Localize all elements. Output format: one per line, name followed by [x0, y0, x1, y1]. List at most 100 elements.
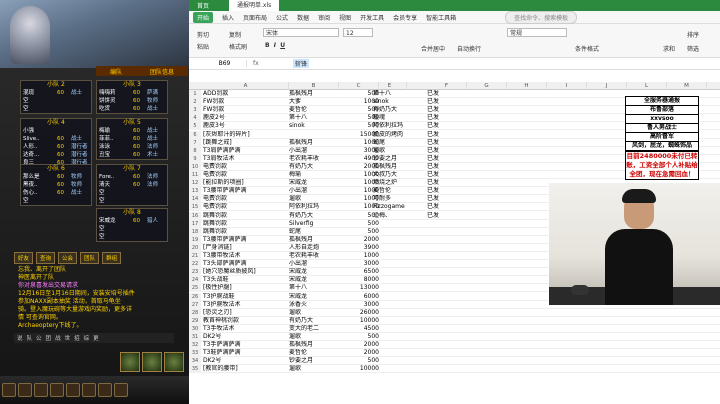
row-number[interactable]: 10 — [189, 162, 201, 171]
table-cell[interactable] — [373, 244, 433, 252]
table-cell[interactable] — [427, 244, 467, 252]
table-cell[interactable] — [373, 252, 433, 260]
table-cell[interactable] — [427, 228, 467, 236]
table-cell[interactable] — [373, 341, 433, 349]
table-cell[interactable]: [尸身消链] — [203, 244, 288, 252]
row-number[interactable]: 23 — [189, 268, 201, 277]
table-cell[interactable]: 有奶乃大 — [289, 212, 339, 220]
table-cell[interactable]: 钞要之月 — [289, 357, 339, 365]
table-row[interactable]: 31 DK2号 遛歌 500 — [189, 333, 720, 342]
table-cell[interactable]: 电费罚款 — [203, 203, 288, 211]
table-cell[interactable]: T3腰带牧法术 — [203, 252, 288, 260]
table-cell[interactable] — [427, 284, 467, 292]
menu-developer[interactable]: 开发工具 — [360, 13, 384, 22]
table-cell[interactable]: DK2号 — [203, 357, 288, 365]
table-cell[interactable]: 尐梅、 — [373, 212, 433, 220]
table-cell[interactable] — [373, 284, 433, 292]
group-member[interactable]: 空 — [21, 105, 91, 113]
table-cell[interactable] — [427, 293, 467, 301]
channel-recruit[interactable]: 招 — [74, 334, 80, 342]
row-number[interactable]: 14 — [189, 195, 201, 204]
group-member[interactable]: 人形.. 60 潜行者 — [21, 143, 91, 151]
group-member[interactable]: 混现 60 战士 — [21, 89, 91, 97]
row-number[interactable]: 11 — [189, 171, 201, 179]
table-cell[interactable] — [427, 325, 467, 333]
table-cell[interactable] — [373, 357, 433, 365]
channel-say[interactable]: 说 — [17, 334, 23, 342]
table-cell[interactable]: T3头战鞋 — [203, 276, 288, 284]
table-cell[interactable]: 已发 — [427, 106, 467, 114]
row-number[interactable]: 24 — [189, 276, 201, 285]
col-header[interactable]: B — [289, 82, 339, 90]
row-number[interactable]: 3 — [189, 106, 201, 115]
group-member[interactable]: 丑宝 60 术士 — [97, 151, 167, 159]
col-header[interactable]: H — [507, 82, 547, 90]
tab-guild[interactable]: 公会 — [58, 252, 78, 264]
group-member[interactable]: 空 — [21, 97, 91, 105]
table-cell[interactable]: 孤枫残月 — [289, 341, 339, 349]
group-member[interactable]: 清天 60 法师 — [97, 181, 167, 189]
table-cell[interactable]: 已发 — [427, 203, 467, 211]
col-header[interactable]: F — [427, 82, 467, 90]
channel-more[interactable]: 更 — [93, 334, 99, 342]
row-number[interactable]: 32 — [189, 341, 201, 350]
table-cell[interactable]: T3护腕牧法术 — [203, 301, 288, 309]
col-header[interactable]: G — [467, 82, 507, 90]
col-header[interactable]: A — [203, 82, 289, 90]
table-cell[interactable] — [373, 309, 433, 317]
table-cell[interactable]: 已发 — [427, 212, 467, 220]
menu-page-layout[interactable]: 页面布局 — [243, 13, 267, 22]
table-cell[interactable]: [极性护腿] — [203, 284, 288, 292]
table-cell[interactable] — [427, 341, 467, 349]
table-cell[interactable]: 燃烧之炉 — [373, 179, 433, 187]
row-number[interactable]: 27 — [189, 300, 201, 309]
table-cell[interactable]: 可耐多 — [373, 195, 433, 203]
group-member[interactable]: 嗨嗨莉 60 萨满 — [97, 89, 167, 97]
group-member[interactable]: 空 — [97, 189, 167, 197]
row-number[interactable]: 34 — [189, 357, 201, 366]
table-cell[interactable]: 泳香火 — [289, 301, 339, 309]
table-cell[interactable]: 已发 — [427, 90, 467, 98]
table-cell[interactable]: 电费罚款 — [203, 163, 288, 171]
table-cell[interactable]: sinok — [289, 122, 339, 130]
party-tab-formation[interactable]: 编队 — [110, 67, 122, 76]
table-cell[interactable]: 已发 — [427, 195, 467, 203]
group-member[interactable]: 梅瑜 60 战士 — [97, 127, 167, 135]
table-cell[interactable]: 有奶乃大 — [373, 106, 433, 114]
table-cell[interactable]: 跳舞罚款 — [203, 228, 288, 236]
channel-guild[interactable]: 公 — [36, 334, 42, 342]
table-cell[interactable]: [跳舞之戒] — [203, 139, 288, 147]
table-cell[interactable]: 第十八 — [289, 284, 339, 292]
menu-icon[interactable] — [50, 383, 64, 397]
table-cell[interactable]: 麦哲伦 — [373, 187, 433, 195]
col-header[interactable]: M — [667, 82, 707, 90]
table-cell[interactable]: 电费罚款 — [203, 195, 288, 203]
table-cell[interactable]: 已发 — [427, 163, 467, 171]
table-cell[interactable] — [427, 309, 467, 317]
menu-smart-tools[interactable]: 智能工具箱 — [426, 13, 456, 22]
menu-icon[interactable] — [82, 383, 96, 397]
table-cell[interactable]: 第十八 — [289, 114, 339, 122]
table-row[interactable]: 33 T3鞋萨满萨满 麦哲伦 2000 — [189, 349, 720, 358]
row-number[interactable]: 6 — [189, 130, 201, 139]
formula-input[interactable]: 斩锋 — [293, 59, 310, 68]
row-number[interactable]: 19 — [189, 235, 201, 244]
table-cell[interactable]: [恐灵之刃] — [203, 309, 288, 317]
table-cell[interactable]: T3肩萨满萨满 — [203, 147, 288, 155]
group-member[interactable]: 达奇... 60 潜行者 — [21, 151, 91, 159]
menu-start[interactable]: 开始 — [193, 11, 214, 23]
table-cell[interactable]: 大爹 — [289, 98, 339, 106]
group-member[interactable]: 吃货 60 战士 — [97, 105, 167, 113]
table-cell[interactable] — [427, 260, 467, 268]
table-cell[interactable] — [427, 317, 467, 325]
table-cell[interactable]: 孤枫残月 — [289, 90, 339, 98]
search-command-input[interactable]: 查找命令、搜索模板 — [505, 10, 578, 24]
table-cell[interactable]: 遛歌 — [289, 309, 339, 317]
table-cell[interactable] — [427, 357, 467, 365]
table-cell[interactable]: 已发 — [427, 131, 467, 139]
row-number[interactable]: 5 — [189, 122, 201, 131]
bold-icon[interactable]: B I U — [265, 42, 285, 49]
table-cell[interactable]: T3鞋萨满萨满 — [203, 349, 288, 357]
name-box[interactable]: B69 — [189, 60, 247, 67]
row-number[interactable]: 13 — [189, 187, 201, 196]
